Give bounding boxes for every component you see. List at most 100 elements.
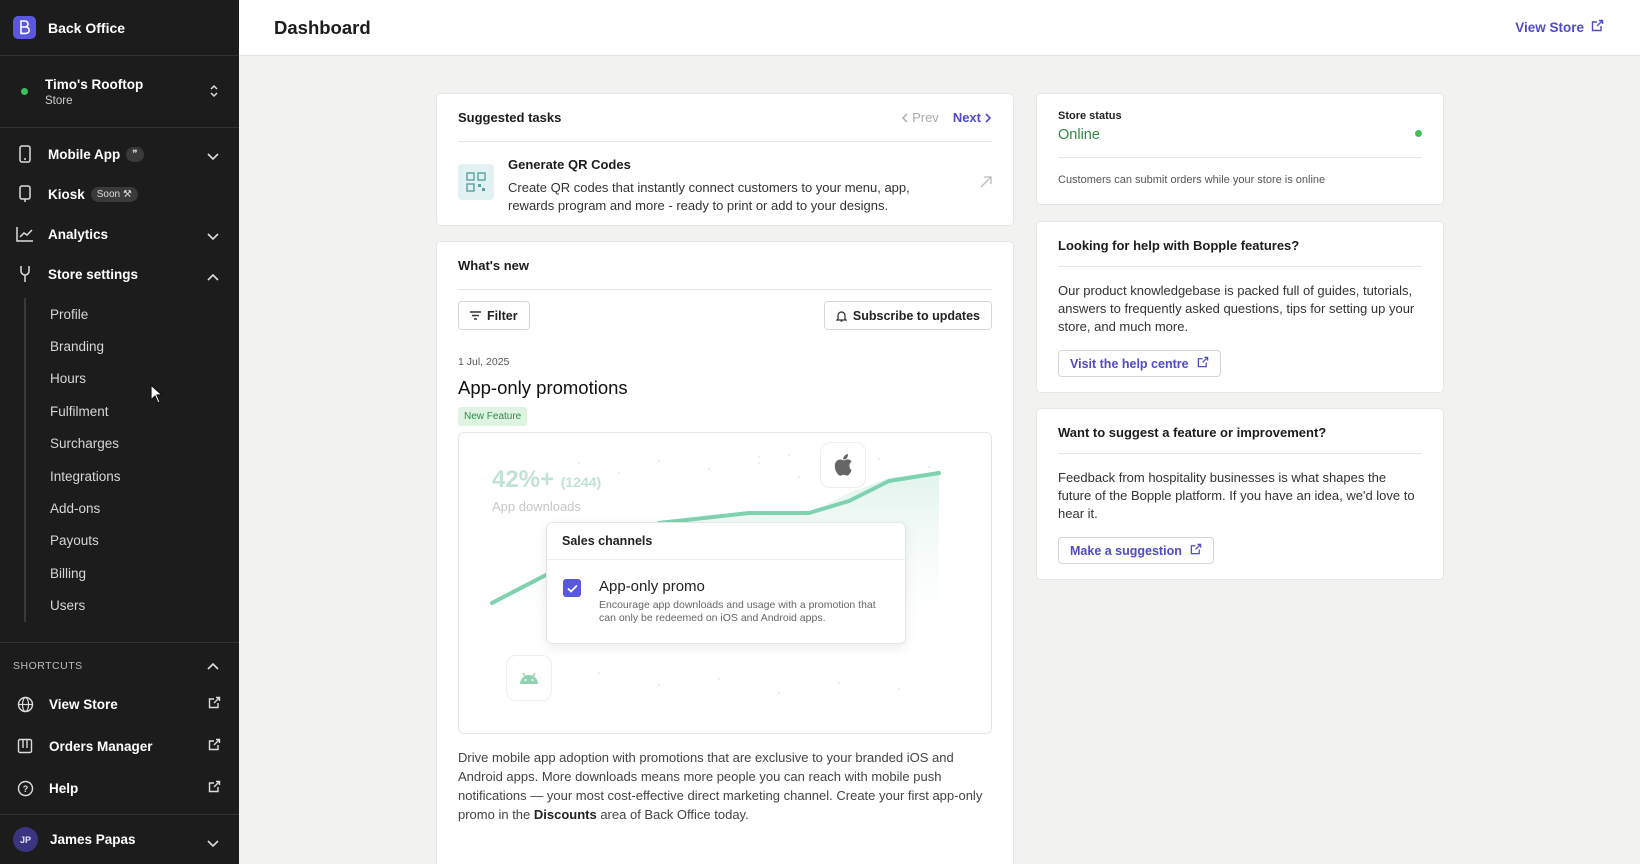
store-status-label: Store status <box>1058 110 1122 122</box>
illustration-stat: 42%+ (1244) <box>492 466 601 494</box>
brand-header[interactable]: Back Office <box>0 0 239 56</box>
android-icon <box>506 655 552 701</box>
filter-icon <box>470 311 481 320</box>
page-title: Dashboard <box>274 16 371 38</box>
visit-help-centre-button[interactable]: Visit the help centre <box>1058 350 1221 377</box>
subscribe-label: Subscribe to updates <box>852 308 980 323</box>
feature-illustration: 42%+ (1244) App downloads Sales channels… <box>458 432 992 734</box>
shortcuts-heading-label: SHORTCUTS <box>13 660 83 672</box>
tasks-pager: Prev Next <box>902 110 991 125</box>
task-title: Generate QR Codes <box>508 157 631 172</box>
shortcuts-section: SHORTCUTS View Store Orders Manager ? He… <box>0 642 239 809</box>
suggest-body: Feedback from hospitality businesses is … <box>1058 470 1415 521</box>
checkbox-checked-icon <box>563 579 581 597</box>
chevron-up-icon <box>207 268 219 286</box>
subnav-hours[interactable]: Hours <box>50 363 239 395</box>
subscribe-button[interactable]: Subscribe to updates <box>823 301 992 330</box>
suggest-title: Want to suggest a feature or improvement… <box>1058 425 1327 440</box>
illustration-stat-count: (1244) <box>560 474 602 490</box>
filter-button[interactable]: Filter <box>458 301 530 330</box>
wrench-icon <box>16 265 34 283</box>
store-status-value: Online <box>1058 127 1100 143</box>
nav-analytics[interactable]: Analytics <box>0 214 239 254</box>
post-body: Drive mobile app adoption with promotion… <box>458 748 992 824</box>
kiosk-soon-label: Soon <box>96 188 121 200</box>
view-store-link[interactable]: View Store <box>1515 19 1604 35</box>
post-title: App-only promotions <box>458 377 628 398</box>
filter-label: Filter <box>487 308 518 323</box>
help-title: Looking for help with Bopple features? <box>1058 238 1300 253</box>
external-link-icon <box>208 780 221 798</box>
next-button[interactable]: Next <box>953 110 991 125</box>
globe-icon <box>16 695 34 713</box>
suggested-tasks-card: Suggested tasks Prev Next Generate QR Co… <box>436 93 1014 226</box>
nav-store-settings-label: Store settings <box>48 266 139 282</box>
main-nav: Mobile App ❞ Kiosk Soon ⚒ Analytics Stor… <box>0 128 239 622</box>
visit-help-centre-label: Visit the help centre <box>1070 356 1189 371</box>
illustration-subtitle: App downloads <box>492 499 581 514</box>
shortcuts-heading[interactable]: SHORTCUTS <box>0 649 239 683</box>
kiosk-soon-badge: Soon ⚒ <box>90 186 138 202</box>
sales-channels-popup: Sales channels App-only promo Encourage … <box>546 522 906 644</box>
sales-channels-title: Sales channels <box>547 523 905 560</box>
whats-new-title: What's new <box>458 258 529 273</box>
chevron-down-icon <box>207 835 219 853</box>
subnav-fulfilment[interactable]: Fulfilment <box>50 395 239 427</box>
external-link-icon <box>1190 543 1202 558</box>
subnav-add-ons[interactable]: Add-ons <box>50 492 239 524</box>
prev-button[interactable]: Prev <box>902 110 939 125</box>
nav-store-settings[interactable]: Store settings <box>0 254 239 294</box>
sidebar: Back Office Timo's Rooftop Store Mobile … <box>0 0 239 864</box>
nav-analytics-label: Analytics <box>48 226 109 242</box>
store-online-dot <box>21 88 28 95</box>
new-feature-badge: New Feature <box>458 407 528 426</box>
subnav-billing[interactable]: Billing <box>50 557 239 589</box>
nav-mobile-app[interactable]: Mobile App ❞ <box>0 134 239 174</box>
external-link-icon <box>208 738 221 756</box>
store-switcher[interactable]: Timo's Rooftop Store <box>0 56 239 128</box>
make-suggestion-label: Make a suggestion <box>1070 543 1182 558</box>
store-settings-subnav: Profile Branding Hours Fulfilment Surcha… <box>0 298 239 622</box>
apple-icon <box>820 442 866 488</box>
mouse-cursor-icon <box>150 384 164 404</box>
whats-new-card: What's new Filter Subscribe to updates 1… <box>436 241 1014 864</box>
shortcut-orders-manager[interactable]: Orders Manager <box>0 725 239 767</box>
shortcut-help-label: Help <box>49 780 79 796</box>
subnav-integrations[interactable]: Integrations <box>50 460 239 492</box>
subnav-profile[interactable]: Profile <box>50 298 239 330</box>
shortcut-help[interactable]: ? Help <box>0 767 239 809</box>
brand-logo-icon <box>13 16 36 39</box>
store-status-card: Store status Online Customers can submit… <box>1036 93 1444 205</box>
external-link-icon <box>1591 19 1604 35</box>
kiosk-icon <box>16 185 34 203</box>
avatar: JP <box>13 827 38 852</box>
task-item[interactable]: Generate QR Codes Create QR codes that i… <box>437 142 1013 215</box>
promo-description: Encourage app downloads and usage with a… <box>599 599 876 624</box>
shortcut-view-store-label: View Store <box>49 696 118 712</box>
subnav-branding[interactable]: Branding <box>50 330 239 362</box>
orders-board-icon <box>16 737 34 755</box>
subnav-users[interactable]: Users <box>50 590 239 622</box>
post-date: 1 Jul, 2025 <box>458 356 510 368</box>
suggested-tasks-title: Suggested tasks <box>458 110 562 125</box>
subnav-surcharges[interactable]: Surcharges <box>50 428 239 460</box>
shortcut-view-store[interactable]: View Store <box>0 683 239 725</box>
help-circle-icon: ? <box>16 779 34 797</box>
chevron-updown-icon <box>209 83 219 104</box>
user-menu[interactable]: JP James Papas <box>0 814 239 864</box>
chevron-up-icon <box>207 661 219 673</box>
arrow-up-right-icon <box>980 175 992 193</box>
nav-kiosk[interactable]: Kiosk Soon ⚒ <box>0 174 239 214</box>
post-body-bold: Discounts <box>533 807 597 822</box>
chevron-down-icon <box>207 228 219 246</box>
divider <box>1058 266 1422 267</box>
line-chart-icon <box>16 225 34 243</box>
chevron-left-icon <box>902 113 908 122</box>
external-link-icon <box>208 696 221 714</box>
svg-text:?: ? <box>22 784 28 794</box>
next-label: Next <box>952 110 981 125</box>
make-suggestion-button[interactable]: Make a suggestion <box>1058 537 1214 564</box>
external-link-icon <box>1197 356 1209 371</box>
subnav-payouts[interactable]: Payouts <box>50 525 239 557</box>
status-online-dot <box>1415 130 1422 137</box>
